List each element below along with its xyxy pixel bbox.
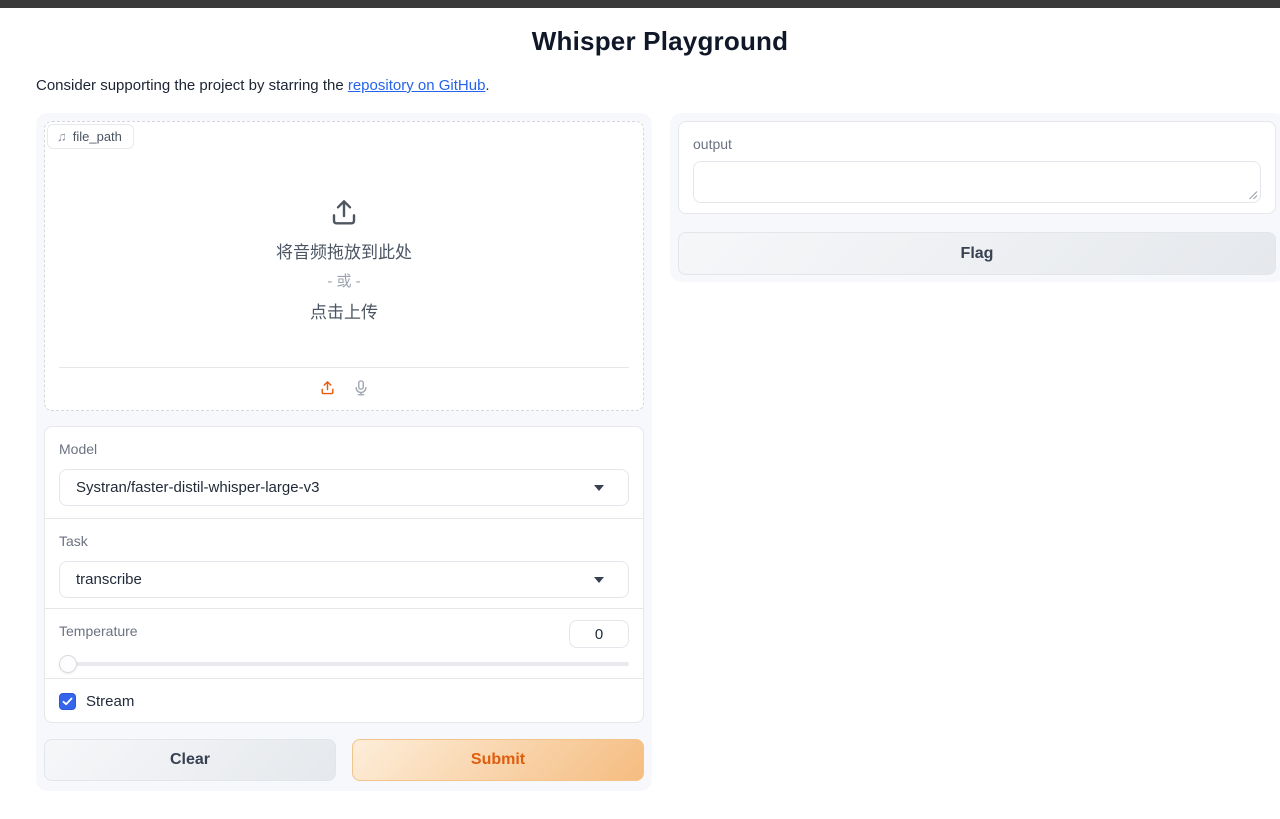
intro-text-before: Consider supporting the project by starr…	[36, 77, 348, 94]
stream-field: Stream	[45, 678, 643, 724]
upload-icon	[328, 196, 360, 228]
intro-text-after: .	[485, 77, 489, 94]
clear-button[interactable]: Clear	[44, 739, 336, 781]
checkmark-icon	[62, 697, 73, 706]
page-title: Whisper Playground	[36, 26, 1280, 57]
task-label: Task	[59, 533, 88, 549]
audio-input-label-badge: ♫ file_path	[47, 124, 134, 149]
github-repository-link[interactable]: repository on GitHub	[348, 77, 486, 94]
output-textarea[interactable]	[693, 161, 1261, 203]
upload-source-divider	[59, 367, 629, 368]
music-note-icon: ♫	[57, 130, 67, 143]
output-column-panel: output Flag	[670, 113, 1280, 282]
task-field: Task transcribe	[45, 518, 643, 608]
stream-label: Stream	[86, 693, 134, 710]
output-card: output	[678, 121, 1276, 214]
stream-checkbox[interactable]	[59, 693, 76, 710]
settings-form: Model Systran/faster-distil-whisper-larg…	[44, 426, 644, 723]
model-dropdown[interactable]: Systran/faster-distil-whisper-large-v3	[59, 469, 629, 506]
slider-handle[interactable]	[59, 655, 77, 673]
model-label: Model	[59, 441, 97, 457]
output-label: output	[693, 136, 732, 152]
slider-track[interactable]	[59, 662, 629, 666]
temperature-label: Temperature	[59, 623, 138, 639]
temperature-slider[interactable]	[59, 655, 629, 673]
flag-button[interactable]: Flag	[678, 232, 1276, 275]
upload-source-button[interactable]	[316, 377, 338, 401]
audio-source-selector	[45, 377, 643, 401]
output-textarea-wrap	[693, 161, 1261, 203]
intro-text: Consider supporting the project by starr…	[36, 77, 490, 94]
whisper-playground-app: Whisper Playground Consider supporting t…	[0, 0, 1280, 819]
microphone-icon	[352, 378, 370, 401]
microphone-source-button[interactable]	[350, 377, 372, 401]
drop-audio-text: 将音频拖放到此处	[276, 238, 412, 263]
task-dropdown[interactable]: transcribe	[59, 561, 629, 598]
task-dropdown-value: transcribe	[76, 571, 142, 588]
audio-upload-dropzone[interactable]: ♫ file_path 将音频拖放到此处 - 或 - 点击上传	[44, 121, 644, 411]
model-field: Model Systran/faster-distil-whisper-larg…	[45, 427, 643, 518]
click-to-upload-text: 点击上传	[310, 298, 378, 323]
or-text: - 或 -	[327, 270, 360, 291]
chevron-down-icon	[594, 485, 604, 491]
temperature-number-input[interactable]	[569, 620, 629, 648]
submit-button[interactable]: Submit	[352, 739, 644, 781]
audio-input-label: file_path	[73, 129, 122, 144]
model-dropdown-value: Systran/faster-distil-whisper-large-v3	[76, 479, 319, 496]
upload-instructions: 将音频拖放到此处 - 或 - 点击上传	[45, 196, 643, 323]
temperature-field: Temperature	[45, 608, 643, 678]
top-progress-bar	[0, 0, 1280, 8]
input-column-panel: ♫ file_path 将音频拖放到此处 - 或 - 点击上传	[36, 113, 652, 791]
chevron-down-icon	[594, 577, 604, 583]
upload-icon	[319, 379, 336, 399]
stream-checkbox-row[interactable]: Stream	[59, 693, 134, 710]
